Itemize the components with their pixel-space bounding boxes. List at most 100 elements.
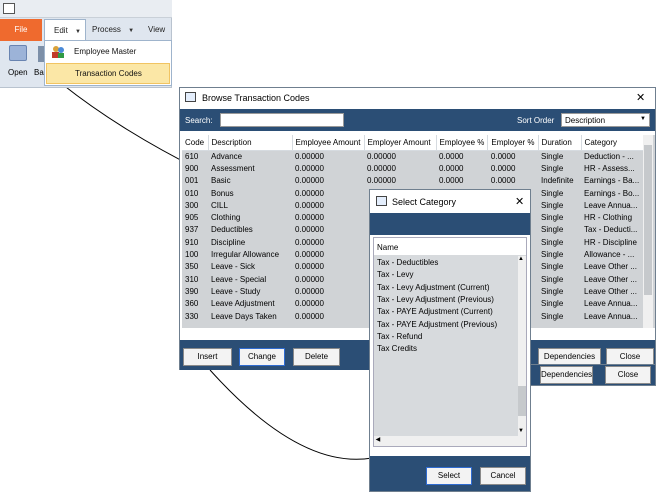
table-cell: 0.00000 [367,151,396,161]
table-cell: 0.0000 [490,163,516,173]
grid-scrollbar[interactable] [643,135,653,328]
table-cell: Single [541,200,564,210]
table-cell: Single [541,151,564,161]
table-cell: 0.00000 [295,250,324,260]
edit-dropdown-menu: Employee Master Transaction Codes [44,40,172,86]
category-list[interactable]: Name Tax - Deductibles Tax - Levy Tax - Le… [373,237,527,447]
column-header[interactable]: Category [581,135,644,151]
menu-item-label: Employee Master [74,47,137,56]
window-title-bar: Browse Transaction Codes ✕ [180,88,655,108]
table-cell: 0.00000 [295,188,324,198]
table-cell: Single [541,163,564,173]
open-button[interactable]: Open [4,44,30,82]
horizontal-scrollbar[interactable]: ◀ [374,436,526,446]
column-header[interactable]: Duration [538,135,582,151]
cancel-button[interactable]: Cancel [480,467,526,485]
table-cell: Tax - Deducti... [584,225,638,235]
table-row[interactable]: 610 Advance 0.00000 0.00000 0.0000 0.0000 Sing… [182,150,643,162]
sort-order-select[interactable]: Description ▼ [561,113,650,127]
list-item[interactable]: Tax Credits [377,344,417,353]
browse-window-behind: Dependencies Close [530,364,656,386]
table-row[interactable]: 001 Basic 0.00000 0.00000 0.0000 0.0000 Indefi… [182,175,643,187]
table-cell: 0.00000 [295,311,324,321]
chevron-down-icon: ▼ [123,28,135,34]
table-cell: Discipline [211,237,246,247]
table-cell: Single [541,188,564,198]
list-item[interactable]: Tax - Deductibles [377,258,438,267]
table-row[interactable]: 900 Assessment 0.00000 0.00000 0.0000 0.0000 S… [182,162,643,174]
close-icon[interactable]: ✕ [515,195,524,208]
scrollbar-thumb[interactable] [518,386,526,416]
change-button[interactable]: Change [239,348,285,366]
delete-button[interactable]: Delete [293,348,340,366]
table-cell: Single [541,311,564,321]
search-label: Search: [185,116,213,125]
sort-order-label: Sort Order [517,116,555,125]
table-cell: Bonus [211,188,234,198]
table-cell: 0.00000 [295,225,324,235]
table-cell: Allowance - ... [584,250,635,260]
table-cell: Clothing [211,213,241,223]
menu-item-transaction-codes[interactable]: Transaction Codes [46,63,170,84]
list-item[interactable]: Tax - PAYE Adjustment (Current) [377,307,493,316]
scrollbar-thumb[interactable] [644,145,652,295]
table-cell: 0.00000 [295,163,324,173]
list-item[interactable]: Tax - Levy Adjustment (Previous) [377,295,494,304]
process-tab[interactable]: Process ▼ [92,19,142,41]
column-header[interactable]: Description [208,135,293,151]
list-scrollbar[interactable]: ▲ ▼ [518,256,526,436]
app-icon [3,3,15,14]
table-cell: Leave Adjustment [211,299,275,309]
table-cell: 0.00000 [367,176,396,186]
search-input[interactable] [220,113,344,127]
column-header[interactable]: Employee Amount [292,135,365,151]
table-cell: Leave - Study [211,286,261,296]
table-cell: Single [541,286,564,296]
table-cell: HR - Discipline [584,237,637,247]
close-button[interactable]: Close [605,366,651,384]
scroll-down-icon[interactable]: ▼ [518,428,524,434]
table-cell: 905 [185,213,199,223]
table-cell: 0.00000 [295,274,324,284]
column-header-name: Name [374,238,526,255]
table-cell: HR - Clothing [584,213,633,223]
process-tab-label: Process [92,25,121,34]
insert-button[interactable]: Insert [183,348,232,366]
file-tab[interactable]: File [0,19,42,41]
column-header[interactable]: Employee % [436,135,489,151]
list-item[interactable]: Tax - Refund [377,332,422,341]
table-cell: 0.00000 [295,286,324,296]
menu-item-employee-master[interactable]: Employee Master [46,42,170,62]
column-header[interactable]: Employer Amount [364,135,437,151]
table-cell: Leave Annua... [584,200,638,210]
dependencies-button[interactable]: Dependencies [540,366,593,384]
window-title: Browse Transaction Codes [202,93,310,103]
window-icon [185,92,196,102]
column-header[interactable]: Employer % [487,135,539,151]
table-cell: Earnings - Ba... [584,176,640,186]
table-cell: 0.00000 [295,299,324,309]
select-button[interactable]: Select [426,467,472,485]
table-cell: 0.0000 [490,151,516,161]
close-icon[interactable]: ✕ [636,91,645,104]
list-item[interactable]: Tax - Levy [377,270,413,279]
table-cell: 0.00000 [295,176,324,186]
edit-tab[interactable]: Edit ▼ [44,19,86,41]
table-cell: 0.00000 [295,262,324,272]
scroll-up-icon[interactable]: ▲ [518,256,524,262]
table-cell: 390 [185,286,199,296]
table-cell: 350 [185,262,199,272]
table-cell: Irregular Allowance [211,250,280,260]
view-tab[interactable]: View [148,19,172,41]
table-cell: Basic [211,176,231,186]
table-cell: 010 [185,188,199,198]
list-item[interactable]: Tax - PAYE Adjustment (Previous) [377,320,497,329]
table-cell: 0.00000 [295,151,324,161]
list-item[interactable]: Tax - Levy Adjustment (Current) [377,283,489,292]
dialog-title-bar: Select Category ✕ [370,190,530,212]
table-cell: 360 [185,299,199,309]
table-cell: 0.00000 [295,213,324,223]
table-cell: 001 [185,176,199,186]
column-header[interactable]: Code [182,135,209,151]
table-cell: Earnings - Bo... [584,188,640,198]
